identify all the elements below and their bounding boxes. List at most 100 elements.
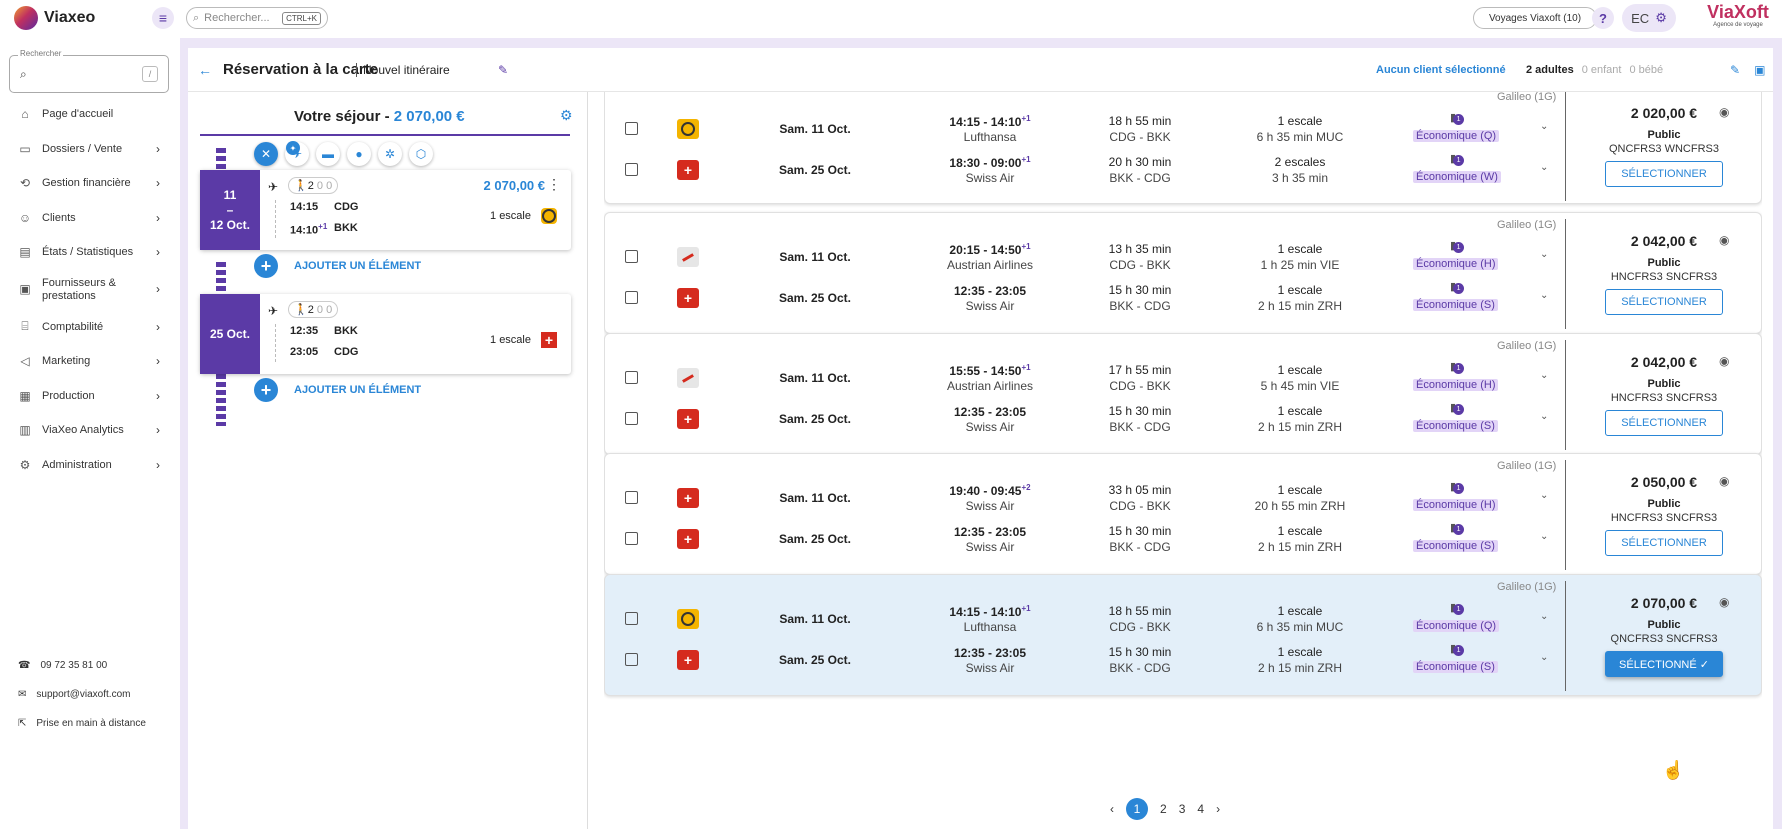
select-button[interactable]: SÉLECTIONNER [1605,289,1723,315]
sidebar-item-dossiers-vente[interactable]: ▭ Dossiers / Vente › [0,132,172,167]
prev-page-icon[interactable]: ‹ [1110,802,1114,816]
sidebar-item-production[interactable]: ▦ Production › [0,379,172,414]
user-menu[interactable]: EC ⚙ [1622,4,1676,32]
chevron-down-icon[interactable]: ⌄ [1540,611,1548,622]
passenger-summary[interactable]: 2 adultes 0 enfant 0 bébé [1526,64,1663,76]
segment-checkbox[interactable] [625,250,638,263]
phone-contact[interactable]: ☎ 09 72 35 81 00 [18,660,107,671]
chevron-down-icon[interactable]: ⌄ [1540,411,1548,422]
help-icon[interactable]: ? [1592,7,1614,29]
bed-icon[interactable]: ▬ [316,142,340,166]
add-element-button[interactable]: + AJOUTER UN ÉLÉMENT [254,254,421,278]
sidebar-item-états-statistiques[interactable]: ▤ États / Statistiques › [0,235,172,270]
segment-checkbox[interactable] [625,532,638,545]
sidebar-item-fournisseurs-prestations[interactable]: ▣ Fournisseurs & prestations › [0,270,172,310]
chevron-right-icon: › [156,388,160,403]
segment-checkbox[interactable] [625,612,638,625]
app-logo[interactable]: Viaxeo [14,6,95,30]
sidebar-item-viaxeo-analytics[interactable]: ▥ ViaXeo Analytics › [0,413,172,448]
segment-checkbox[interactable] [625,291,638,304]
chevron-down-icon[interactable]: ⌄ [1540,531,1548,542]
eye-icon[interactable]: ◉ [1719,105,1729,119]
close-icon[interactable]: ✕ [254,142,278,166]
select-button[interactable]: SÉLECTIONNER [1605,161,1723,187]
global-search[interactable]: ⌕ Rechercher... CTRL+K [186,7,328,29]
page-4[interactable]: 4 [1197,802,1204,816]
chevron-down-icon[interactable]: ⌄ [1540,490,1548,501]
chevron-down-icon[interactable]: ⌄ [1540,652,1548,663]
sidebar-item-administration[interactable]: ⚙ Administration › [0,448,172,483]
select-button[interactable]: SÉLECTIONNER [1605,410,1723,436]
cabin-class: Économique (Q) [1413,620,1500,632]
chevron-down-icon[interactable]: ⌄ [1540,121,1548,132]
sidebar-item-label: États / Statistiques [42,246,134,259]
segment-checkbox[interactable] [625,653,638,666]
lufthansa-logo-icon [677,609,699,629]
save-icon[interactable]: ▣ [1754,63,1765,77]
page-1[interactable]: 1 [1126,798,1148,820]
cabin-class: Économique (H) [1413,379,1499,391]
sidebar-item-comptabilité[interactable]: ⌸ Comptabilité › [0,310,172,345]
sidebar-item-gestion-financière[interactable]: ⟲ Gestion financière › [0,166,172,201]
selected-button[interactable]: SÉLECTIONNÉ ✓ [1605,651,1723,677]
pencil-icon[interactable]: ✎ [1730,63,1740,77]
sidebar-item-marketing[interactable]: ◁ Marketing › [0,344,172,379]
email-contact[interactable]: ✉ support@viaxoft.com [18,689,130,700]
sidebar-nav: ⌂ Page d'accueil ▭ Dossiers / Vente › ⟲ Gestio… [0,97,172,482]
more-options-icon[interactable]: ⋮ [547,176,561,193]
flight-card[interactable]: 25 Oct. ✈ 🚶2 0 0 12:35 23:05 BKK CDG 1 e… [200,294,571,374]
flight-route: CDG - BKK [1109,130,1171,144]
cabin-class: Économique (S) [1413,540,1498,552]
sidebar-item-label: Clients [42,211,76,224]
lufthansa-logo-icon [541,208,557,224]
segment-checkbox[interactable] [625,163,638,176]
segment-checkbox[interactable] [625,491,638,504]
menu-icon[interactable]: ≡ [152,7,174,29]
stay-label: Votre séjour - [294,108,390,125]
segment-checkbox[interactable] [625,371,638,384]
baggage-icon: ▮1 [1450,239,1465,253]
chevron-down-icon[interactable]: ⌄ [1540,370,1548,381]
client-selector[interactable]: Aucun client sélectionné [1376,64,1506,76]
sidebar-item-clients[interactable]: ☺ Clients › [0,201,172,236]
sidebar-item-page-d-accueil[interactable]: ⌂ Page d'accueil [0,97,172,132]
page-header: ← Réservation à la carte Nouvel itinérai… [188,48,1773,92]
search-icon: ⌕ [193,11,200,24]
page-2[interactable]: 2 [1160,802,1167,816]
flight-route: CDG - BKK [1109,620,1171,634]
package-icon[interactable]: ⬡ [409,142,433,166]
dep-time: 12:35 [953,405,985,419]
lufthansa-logo-icon [677,119,699,139]
segment-date: Sam. 11 Oct. [779,371,851,385]
gear-icon[interactable]: ⚙ [1655,10,1667,26]
eye-icon[interactable]: ◉ [1719,595,1729,609]
segment-checkbox[interactable] [625,122,638,135]
back-arrow-icon[interactable]: ← [198,62,212,78]
flight-card[interactable]: 11 – 12 Oct. ✈ 🚶2 0 0 2 070,00 € ⋮ 14:15… [200,170,571,250]
app-name: Viaxeo [44,9,96,26]
eye-icon[interactable]: ◉ [1719,474,1729,488]
chevron-down-icon[interactable]: ⌄ [1540,249,1548,260]
ship-wheel-icon[interactable]: ✲ [378,142,402,166]
austrian-logo-icon [677,368,699,388]
segment-checkbox[interactable] [625,412,638,425]
location-pin-icon[interactable]: ● [347,142,371,166]
chevron-down-icon[interactable]: ⌄ [1540,290,1548,301]
sidebar-search[interactable]: ⌕ / [9,55,169,93]
flight-segment: + Sam. 25 Oct. 12:35 - 23:05 Swiss Air 15 h … [605,519,1565,559]
flight-route: BKK - CDG [1109,540,1171,554]
edit-name-icon[interactable]: ✎ [498,63,508,77]
gear-icon[interactable]: ⚙ [560,107,573,124]
arr-time: 14:10+1 [290,222,327,237]
remote-support[interactable]: ⇱ Prise en main à distance [18,718,146,729]
agency-selector[interactable]: Voyages Viaxoft (10) [1473,7,1597,29]
stops-label: 1 escale [490,210,531,222]
next-page-icon[interactable]: › [1216,802,1220,816]
swiss-logo-icon: + [677,409,699,429]
chevron-down-icon[interactable]: ⌄ [1540,162,1548,173]
eye-icon[interactable]: ◉ [1719,233,1729,247]
select-button[interactable]: SÉLECTIONNER [1605,530,1723,556]
add-element-button[interactable]: + AJOUTER UN ÉLÉMENT [254,378,421,402]
eye-icon[interactable]: ◉ [1719,354,1729,368]
page-3[interactable]: 3 [1179,802,1186,816]
